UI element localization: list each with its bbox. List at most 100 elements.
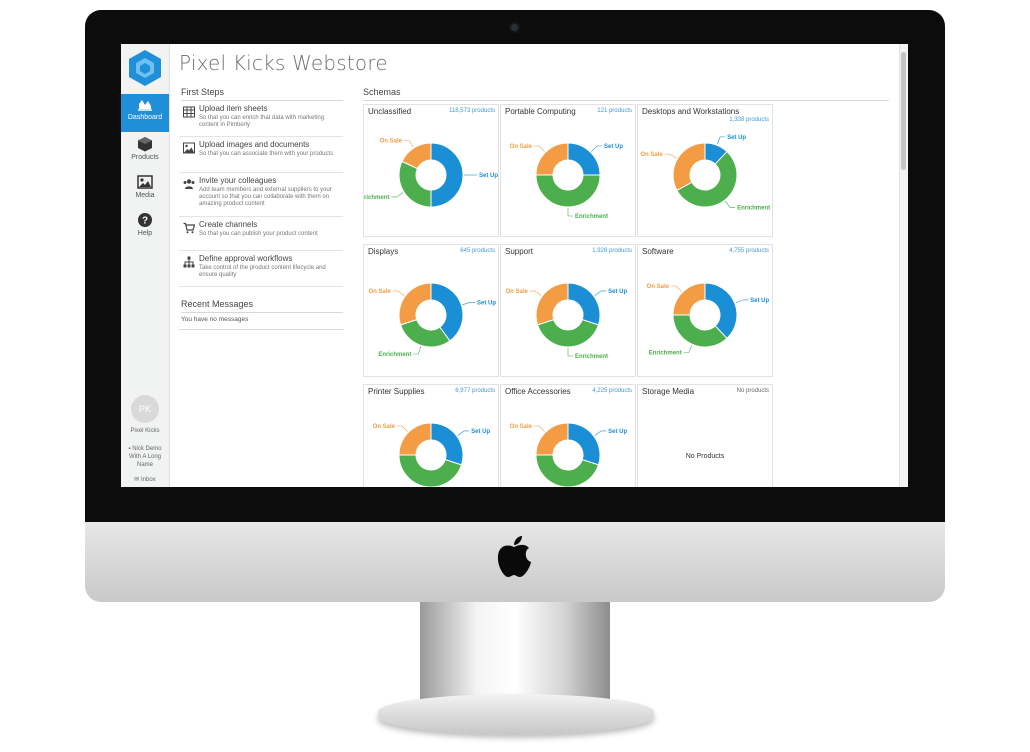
schema-name: Software bbox=[642, 247, 674, 256]
slice-label-onsale: On Sale bbox=[373, 424, 396, 430]
users-icon bbox=[183, 179, 195, 189]
scrollbar-thumb[interactable] bbox=[901, 52, 906, 170]
product-count[interactable]: 121 products bbox=[597, 108, 632, 114]
sidebar-item-label: Products bbox=[131, 154, 159, 161]
account-name[interactable]: Pixel Kicks bbox=[121, 427, 169, 435]
slice-label-enrichment: Enrichment bbox=[575, 354, 608, 360]
product-count: No products bbox=[736, 388, 769, 394]
leader-line bbox=[724, 200, 736, 208]
schema-name: Office Accessories bbox=[505, 387, 571, 396]
product-count[interactable]: 4,755 products bbox=[729, 248, 769, 254]
chart-icon bbox=[138, 100, 152, 111]
donut-slice-setup[interactable] bbox=[430, 142, 464, 208]
slice-label-setup: Set Up bbox=[479, 173, 498, 179]
step-title: Create channels bbox=[199, 220, 258, 229]
step-description: So that you can enrich that data with ma… bbox=[199, 115, 325, 128]
cart-icon bbox=[183, 222, 195, 234]
schema-card[interactable]: Unclassified 118,573 products Set Up Enri… bbox=[363, 104, 499, 237]
donut-chart: Set UpEnrichmentOn Sale bbox=[368, 282, 496, 358]
svg-text:?: ? bbox=[142, 216, 148, 227]
donut-slice-enrichment[interactable] bbox=[399, 319, 451, 348]
sidebar-item-dashboard[interactable]: Dashboard bbox=[121, 94, 169, 132]
schema-card[interactable]: Support 1,928 products Set Up Enrichment O… bbox=[500, 244, 636, 377]
sidebar-item-media[interactable]: Media bbox=[121, 172, 169, 210]
donut-slice-onsale[interactable] bbox=[672, 142, 706, 192]
step-create-channels[interactable]: Create channels So that you can publish … bbox=[179, 220, 343, 251]
product-count[interactable]: 645 products bbox=[460, 248, 495, 254]
user-name: Nick Demo With A Long Name bbox=[128, 446, 162, 468]
first-steps-heading: First Steps bbox=[181, 87, 343, 101]
leader-line bbox=[716, 136, 726, 145]
schema-name: Displays bbox=[368, 247, 399, 256]
step-define-workflows[interactable]: Define approval workflows Take control o… bbox=[179, 254, 343, 287]
step-description: So that you can publish your product con… bbox=[199, 231, 318, 237]
apple-logo-icon bbox=[497, 536, 531, 577]
product-count[interactable]: 6,977 products bbox=[455, 388, 495, 394]
slice-label-setup: Set Up bbox=[608, 289, 627, 295]
step-title: Upload item sheets bbox=[199, 104, 268, 113]
slice-label-setup: Set Up bbox=[471, 429, 490, 435]
donut-chart: Set UpEnrichmentOn Sale bbox=[364, 138, 498, 208]
leader-line bbox=[591, 145, 602, 152]
schema-card[interactable]: Storage Media No products No Products bbox=[637, 384, 773, 487]
sitemap-icon bbox=[183, 256, 195, 268]
avatar[interactable]: PK bbox=[131, 395, 159, 423]
leader-line bbox=[664, 153, 677, 159]
donut-slice-enrichment[interactable] bbox=[535, 174, 601, 208]
page-title: Pixel Kicks Webstore bbox=[179, 51, 388, 75]
empty-messages-text: You have no messages bbox=[181, 316, 249, 323]
leader-line bbox=[529, 290, 542, 296]
leader-line bbox=[567, 208, 573, 217]
schema-card[interactable]: Software 4,755 products Set Up Enrichment… bbox=[637, 244, 773, 377]
step-upload-images[interactable]: Upload images and documents So that you … bbox=[179, 140, 343, 173]
leader-line bbox=[462, 302, 475, 306]
schema-name: Storage Media bbox=[642, 387, 695, 396]
donut-slice-enrichment[interactable] bbox=[536, 319, 600, 348]
sidebar-item-products[interactable]: Products bbox=[121, 134, 169, 172]
product-count[interactable]: 1,928 products bbox=[592, 248, 632, 254]
slice-label-onsale: On Sale bbox=[640, 152, 663, 158]
table-icon bbox=[183, 106, 195, 118]
leader-line bbox=[534, 425, 545, 432]
leader-line bbox=[594, 290, 607, 296]
divider bbox=[179, 329, 343, 330]
cube-icon bbox=[138, 137, 152, 152]
schema-card[interactable]: Portable Computing 121 products Set Up En… bbox=[500, 104, 636, 237]
schema-card[interactable]: Desktops and Workstations 1,338 products… bbox=[637, 104, 773, 237]
product-count[interactable]: 4,225 products bbox=[592, 388, 632, 394]
donut-chart: Set UpEnrichmentOn Sale bbox=[640, 135, 770, 212]
donut-slice-setup[interactable] bbox=[567, 282, 601, 326]
donut-slice-onsale[interactable] bbox=[535, 282, 569, 326]
app-screen: Dashboard Products Media ? Help PK Pixel… bbox=[121, 44, 908, 487]
donut-chart: Set UpEnrichmentOn Sale bbox=[647, 282, 769, 357]
donut-chart: Set UpEnrichmentOn Sale bbox=[373, 422, 491, 487]
scrollbar[interactable] bbox=[899, 44, 908, 487]
brand-logo bbox=[129, 50, 161, 86]
user-menu[interactable]: ▪ Nick Demo With A Long Name bbox=[121, 445, 169, 469]
schema-name: Support bbox=[505, 247, 534, 256]
donut-slice-enrichment[interactable] bbox=[398, 160, 432, 208]
help-icon: ? bbox=[138, 213, 152, 227]
slice-label-enrichment: Enrichment bbox=[737, 205, 770, 211]
step-invite-colleagues[interactable]: Invite your colleagues Add team members … bbox=[179, 176, 343, 217]
donut-slice-onsale[interactable] bbox=[398, 282, 432, 326]
no-products-text: No Products bbox=[685, 453, 725, 460]
schema-card[interactable]: Printer Supplies 6,977 products Set UpEn… bbox=[363, 384, 499, 487]
sidebar-item-help[interactable]: ? Help bbox=[121, 210, 169, 248]
donut-chart: Set UpEnrichmentOn Sale bbox=[505, 282, 628, 360]
inbox-link[interactable]: ✉ Inbox bbox=[121, 476, 169, 484]
slice-label-setup: Set Up bbox=[604, 144, 623, 150]
schema-name: Unclassified bbox=[368, 107, 412, 116]
product-count[interactable]: 118,573 products bbox=[449, 108, 495, 114]
step-upload-item-sheets[interactable]: Upload item sheets So that you can enric… bbox=[179, 104, 343, 137]
schema-name: Desktops and Workstations bbox=[642, 107, 740, 116]
schema-card[interactable]: Office Accessories 4,225 products Set Up… bbox=[500, 384, 636, 487]
leader-line bbox=[391, 192, 404, 198]
schema-card[interactable]: Displays 645 products Set Up Enrichment On… bbox=[363, 244, 499, 377]
donut-slice-setup[interactable] bbox=[567, 422, 601, 466]
leader-line bbox=[567, 348, 573, 357]
slice-label-onsale: On Sale bbox=[647, 284, 670, 290]
donut-slice-setup[interactable] bbox=[430, 422, 464, 466]
camera bbox=[511, 24, 518, 31]
schema-name: Portable Computing bbox=[505, 107, 576, 116]
